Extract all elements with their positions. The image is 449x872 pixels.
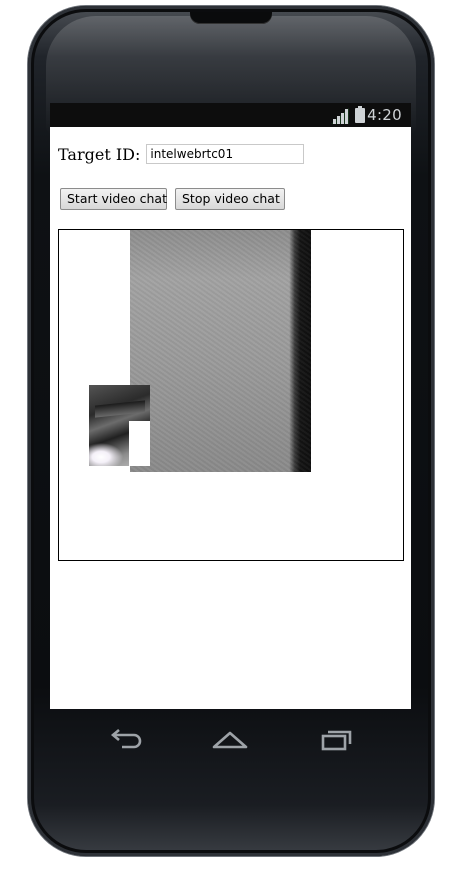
battery-icon xyxy=(355,106,365,123)
recent-apps-icon[interactable] xyxy=(316,725,356,753)
remote-video xyxy=(130,230,311,472)
status-time: 4:20 xyxy=(367,106,402,124)
device-screen: 4:20 Target ID: Start video chat Stop vi… xyxy=(50,103,411,709)
back-icon[interactable] xyxy=(106,725,146,753)
local-video-preview xyxy=(89,385,150,466)
video-container xyxy=(58,229,404,561)
target-id-label: Target ID: xyxy=(58,144,141,164)
target-id-row: Target ID: xyxy=(58,144,305,164)
stop-video-chat-button[interactable]: Stop video chat xyxy=(175,188,285,210)
signal-icon xyxy=(331,108,349,124)
start-video-chat-button[interactable]: Start video chat xyxy=(60,188,167,210)
target-id-input[interactable] xyxy=(146,144,305,164)
earpiece-speaker xyxy=(190,12,272,24)
app-content: Target ID: Start video chat Stop video c… xyxy=(50,127,411,709)
navigation-bar xyxy=(50,709,411,771)
status-bar: 4:20 xyxy=(50,103,411,127)
home-icon[interactable] xyxy=(210,725,250,753)
